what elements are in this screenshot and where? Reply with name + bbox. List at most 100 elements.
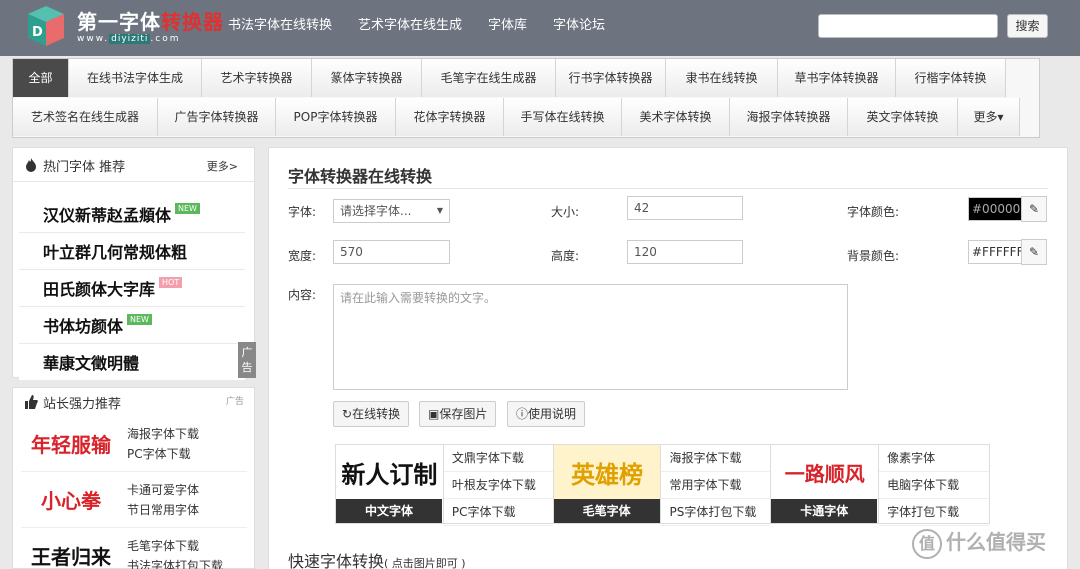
recommend-item[interactable]: 小心拳 卡通可爱字体 节日常用字体 [21,472,247,528]
search-input[interactable] [818,14,998,38]
banner-link[interactable]: 像素字体 [879,445,989,472]
thumbs-up-icon [25,395,38,409]
cat-fancy-font[interactable]: 花体字转换器 [396,98,504,136]
recommend-link[interactable]: 海报字体下载 [127,424,199,444]
width-input[interactable]: 570 [333,240,450,264]
banner-link[interactable]: PS字体打包下载 [661,499,771,526]
bg-color-input[interactable]: #FFFFFF [968,240,1023,264]
hot-fonts-header: 热门字体 推荐 更多> [13,148,254,182]
topnav-font-library[interactable]: 字体库 [488,16,527,36]
banner-link[interactable]: 海报字体下载 [661,445,771,472]
recommend-title: 站长强力推荐 [43,397,122,412]
cat-poster-font[interactable]: 海报字体转换器 [730,98,848,136]
banner-link[interactable]: 文鼎字体下载 [443,445,553,472]
hot-font-item[interactable]: 汉仪新蒂赵孟頫体 NEW [19,196,245,233]
recommend-link[interactable]: 毛笔字体下载 [127,536,223,556]
new-badge: NEW [127,313,152,325]
info-icon: ⓘ [516,407,529,421]
recommend-link[interactable]: PC字体下载 [127,444,199,464]
help-button[interactable]: ⓘ使用说明 [507,401,586,427]
banner-link[interactable]: 叶根友字体下载 [443,472,553,499]
banner-link[interactable]: 字体打包下载 [879,499,989,526]
cat-signature[interactable]: 艺术签名在线生成器 [13,98,158,136]
cat-art-font[interactable]: 艺术字转换器 [202,59,312,97]
save-image-button[interactable]: ▣保存图片 [419,401,497,427]
watermark-logo-icon: 值 [912,528,942,559]
cat-english-font[interactable]: 英文字体转换 [848,98,958,136]
topnav-forum[interactable]: 字体论坛 [553,16,605,36]
content-textarea[interactable]: 请在此输入需要转换的文字。 [333,284,848,390]
new-badge: NEW [175,202,200,214]
flame-icon [26,158,36,172]
hot-font-item[interactable]: 书体坊颜体 NEW [19,307,245,344]
banner-link[interactable]: PC字体下载 [443,499,553,526]
quick-convert-title: 快速字体转换( 点击图片即可 ) [288,552,466,569]
banner-links: 像素字体 电脑字体下载 字体打包下载 [879,445,989,526]
hot-fonts-more-link[interactable]: 更多> [207,158,238,174]
cat-ad-font[interactable]: 广告字体转换器 [158,98,276,136]
cat-fine-art[interactable]: 美术字体转换 [622,98,730,136]
edit-color-icon[interactable]: ✎ [1021,239,1047,265]
category-row-1: 全部 在线书法字体生成 艺术字转换器 篆体字转换器 毛笔字在线生成器 行书字体转… [13,59,1006,97]
logo-title[interactable]: 第一字体转换器 [77,6,224,35]
width-label: 宽度: [288,249,317,263]
banner-link[interactable]: 电脑字体下载 [879,472,989,499]
height-input[interactable]: 120 [627,240,743,264]
cat-online-calligraphy[interactable]: 在线书法字体生成 [69,59,202,97]
recommend-link[interactable]: 书法字体打包下载 [127,556,223,569]
logo-icon[interactable]: D [24,4,68,48]
size-label: 大小: [551,205,580,219]
topnav-art-font[interactable]: 艺术字体在线生成 [358,16,462,36]
font-color-label: 字体颜色: [847,205,900,219]
recommend-font-image[interactable]: 王者归来 [21,533,121,569]
page-title: 字体转换器在线转换 [288,167,433,186]
font-label: 字体: [288,205,317,219]
logo-url: www. diyiziti .com [77,34,181,44]
font-color-input[interactable]: #000000 [968,197,1028,221]
cat-brush-font[interactable]: 毛笔字在线生成器 [422,59,556,97]
banner-links: 海报字体下载 常用字体下载 PS字体打包下载 [661,445,772,526]
category-nav: 全部 在线书法字体生成 艺术字转换器 篆体字转换器 毛笔字在线生成器 行书字体转… [12,58,1040,138]
cat-running-script[interactable]: 行书字体转换器 [556,59,666,97]
banner-caption: 卡通字体 [771,499,878,523]
ad-label[interactable]: 广告 [238,342,256,378]
cat-all[interactable]: 全部 [13,59,69,97]
hot-font-item[interactable]: 田氏颜体大字库 HOT [19,270,245,307]
cat-semi-cursive[interactable]: 行楷字体转换 [896,59,1006,97]
top-nav: 书法字体在线转换 艺术字体在线生成 字体库 字体论坛 [228,16,631,36]
recommend-item[interactable]: 王者归来 毛笔字体下载 书法字体打包下载 [21,528,247,569]
hot-font-item[interactable]: 華康文徵明體 [19,344,245,381]
banner-brush-font[interactable]: 英雄榜 毛笔字体 [553,445,662,523]
converter-panel: 字体转换器在线转换 字体: 请选择字体... ▼ 大小: 42 字体颜色: #00… [268,147,1068,569]
convert-button[interactable]: ↻在线转换 [333,401,410,427]
content-label: 内容: [288,288,317,302]
cat-cursive-script[interactable]: 草书字体转换器 [778,59,896,97]
cat-pop-font[interactable]: POP字体转换器 [276,98,396,136]
font-select[interactable]: 请选择字体... ▼ [333,199,450,223]
recommend-font-image[interactable]: 年轻服输 [21,421,121,467]
banner-caption: 毛笔字体 [553,499,660,523]
recommend-header: 站长强力推荐 广告 [13,388,254,414]
cat-more-dropdown[interactable]: 更多▾ [958,98,1020,136]
title-divider [288,188,1048,189]
banner-link[interactable]: 常用字体下载 [661,472,771,499]
dropdown-arrow-icon: ▼ [436,206,443,215]
size-input[interactable]: 42 [627,196,743,220]
edit-color-icon[interactable]: ✎ [1021,196,1047,222]
cat-clerical-script[interactable]: 隶书在线转换 [666,59,778,97]
banner-art: 一路顺风 [784,461,865,486]
cat-seal-font[interactable]: 篆体字转换器 [312,59,422,97]
banner-chinese-font[interactable]: 新人订制 中文字体 [336,445,444,523]
recommend-ad-label: 广告 [225,397,244,407]
hot-font-item[interactable]: 叶立群几何常规体粗 [19,233,245,270]
topnav-calligraphy[interactable]: 书法字体在线转换 [228,16,332,36]
cat-handwriting[interactable]: 手写体在线转换 [504,98,622,136]
banner-cartoon-font[interactable]: 一路顺风 卡通字体 [771,445,880,523]
recommend-link[interactable]: 卡通可爱字体 [127,480,199,500]
recommend-link[interactable]: 节日常用字体 [127,500,199,520]
recommend-item[interactable]: 年轻服输 海报字体下载 PC字体下载 [21,416,247,472]
search-button[interactable]: 搜索 [1007,14,1048,38]
recommend-font-image[interactable]: 小心拳 [21,477,121,523]
watermark: 值什么值得买 [912,526,1046,559]
height-label: 高度: [551,249,580,263]
